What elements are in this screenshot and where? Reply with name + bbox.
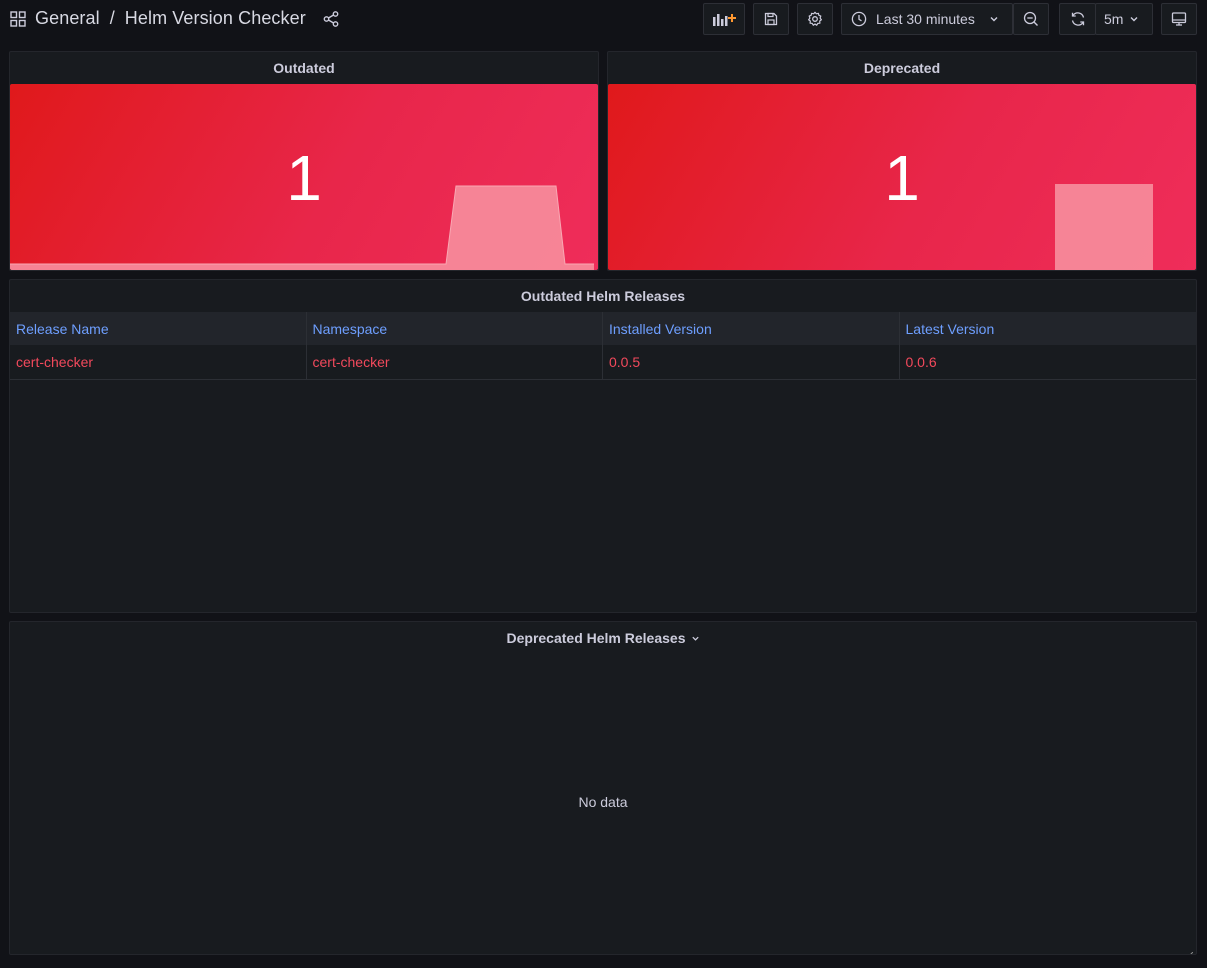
column-header-installed-version[interactable]: Installed Version bbox=[603, 312, 900, 345]
panel-title-text: Deprecated Helm Releases bbox=[506, 630, 686, 646]
top-navbar: General / Helm Version Checker Last 30 m… bbox=[0, 0, 1207, 38]
page-title[interactable]: Helm Version Checker bbox=[125, 8, 306, 29]
breadcrumb-folder[interactable]: General bbox=[35, 8, 100, 29]
gear-icon bbox=[807, 11, 823, 27]
save-icon bbox=[764, 12, 778, 26]
column-header-release-name[interactable]: Release Name bbox=[10, 312, 307, 345]
dashboard-settings-button[interactable] bbox=[797, 3, 833, 35]
outdated-stat-panel: Outdated 1 bbox=[9, 51, 599, 271]
tv-mode-icon bbox=[1171, 11, 1187, 27]
refresh-interval-picker[interactable]: 5m bbox=[1095, 3, 1153, 35]
chevron-down-icon bbox=[691, 634, 700, 643]
stat-value: 1 bbox=[286, 142, 322, 214]
stat-background: 1 bbox=[10, 84, 598, 270]
panel-title[interactable]: Deprecated bbox=[608, 52, 1196, 84]
deprecated-stat-panel: Deprecated 1 bbox=[607, 51, 1197, 271]
refresh-icon bbox=[1070, 11, 1086, 27]
resize-handle-icon[interactable] bbox=[1187, 945, 1194, 954]
breadcrumb: General / Helm Version Checker bbox=[10, 8, 339, 29]
time-range-label: Last 30 minutes bbox=[876, 11, 975, 27]
breadcrumb-separator: / bbox=[109, 8, 115, 28]
stat-background: 1 bbox=[608, 84, 1196, 270]
table-header: Release Name Namespace Installed Version… bbox=[10, 312, 1196, 345]
table-cell: cert-checker bbox=[10, 345, 307, 379]
refresh-interval-label: 5m bbox=[1104, 11, 1124, 27]
add-panel-button[interactable] bbox=[703, 3, 745, 35]
deprecated-releases-table-panel: Deprecated Helm Releases No data bbox=[9, 621, 1197, 955]
column-header-latest-version[interactable]: Latest Version bbox=[900, 312, 1197, 345]
add-panel-icon bbox=[712, 12, 736, 26]
table-row: cert-checker cert-checker 0.0.5 0.0.6 bbox=[10, 345, 1196, 380]
chevron-down-icon bbox=[1129, 14, 1139, 24]
table-cell: cert-checker bbox=[307, 345, 603, 379]
outdated-releases-table-panel: Outdated Helm Releases Release Name Name… bbox=[9, 279, 1197, 613]
stat-value: 1 bbox=[884, 142, 920, 214]
no-data-message: No data bbox=[578, 794, 628, 810]
share-icon[interactable] bbox=[323, 10, 339, 27]
time-range-picker[interactable]: Last 30 minutes bbox=[841, 3, 1013, 35]
panel-title-menu[interactable]: Deprecated Helm Releases bbox=[10, 622, 1196, 654]
chevron-down-icon bbox=[989, 14, 999, 24]
zoom-out-button[interactable] bbox=[1013, 3, 1049, 35]
save-dashboard-button[interactable] bbox=[753, 3, 789, 35]
refresh-button[interactable] bbox=[1059, 3, 1096, 35]
panel-title[interactable]: Outdated bbox=[10, 52, 598, 84]
zoom-out-icon bbox=[1023, 11, 1039, 27]
panel-title[interactable]: Outdated Helm Releases bbox=[10, 280, 1196, 312]
tv-mode-button[interactable] bbox=[1161, 3, 1197, 35]
column-header-namespace[interactable]: Namespace bbox=[307, 312, 603, 345]
table-cell: 0.0.6 bbox=[905, 354, 937, 370]
dashboards-grid-icon[interactable] bbox=[10, 10, 26, 27]
table-cell: 0.0.5 bbox=[603, 345, 900, 379]
clock-icon bbox=[851, 11, 867, 27]
